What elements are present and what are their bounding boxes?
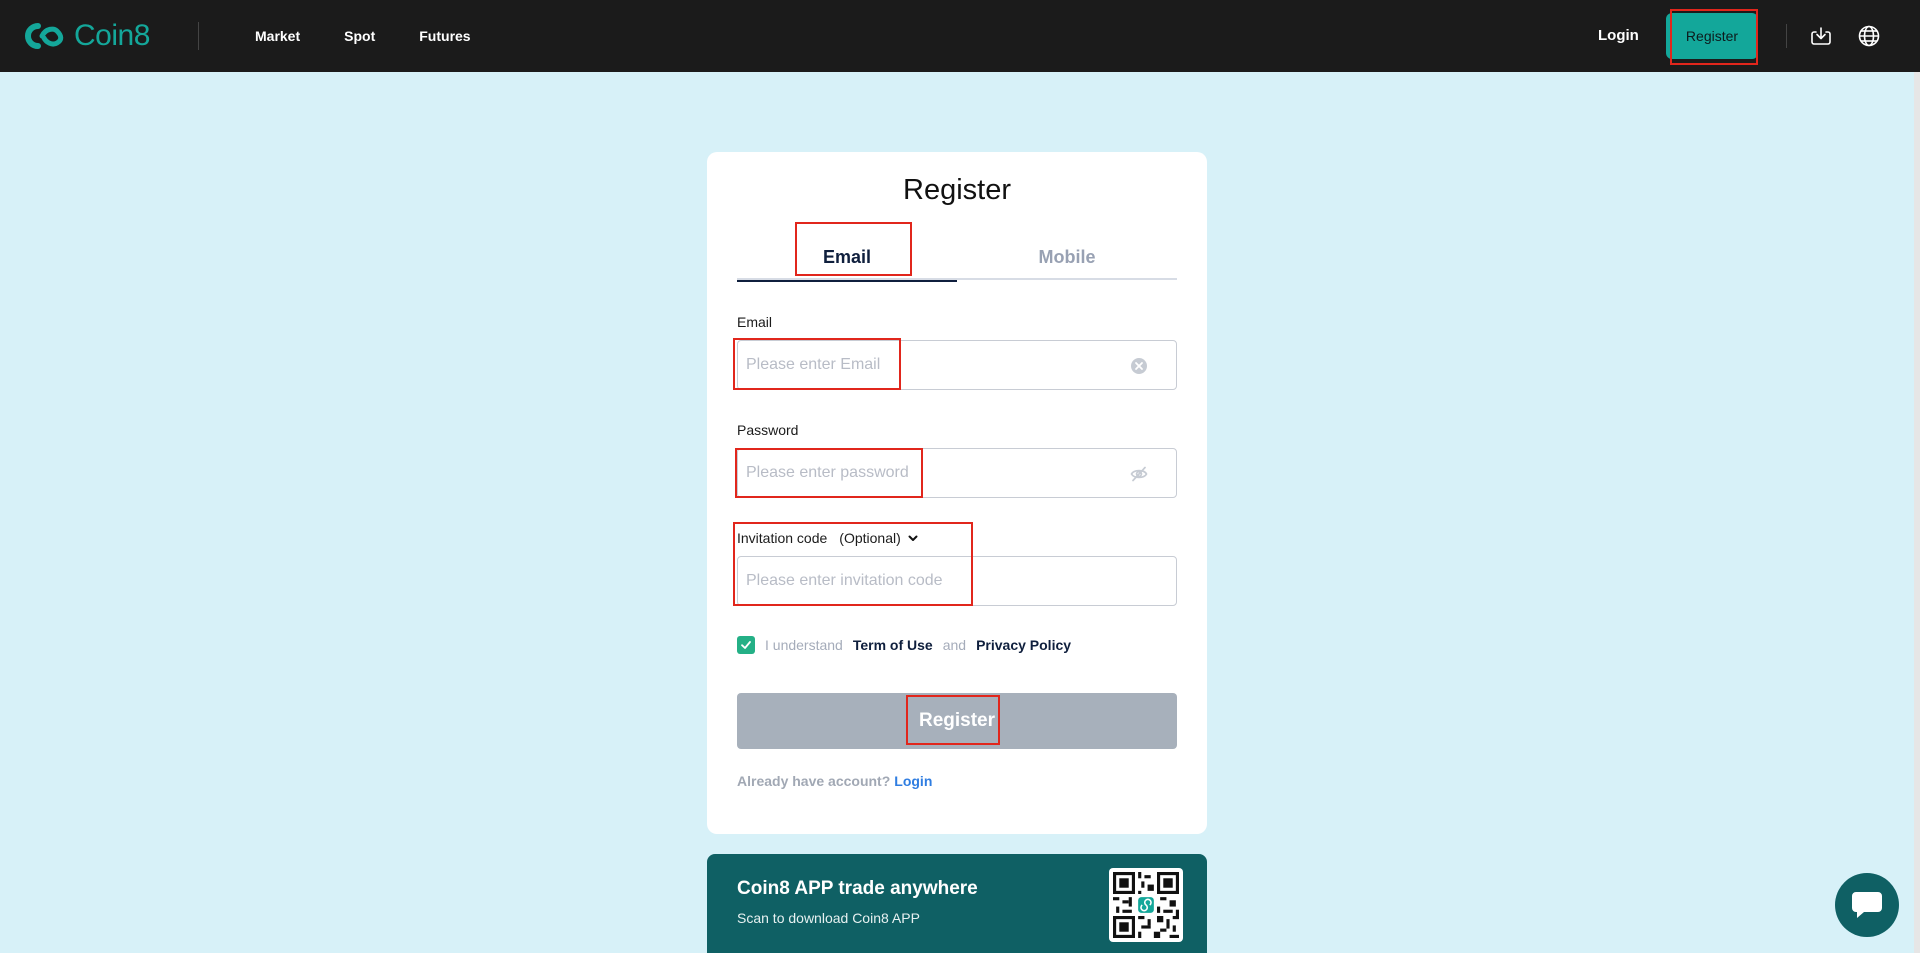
- terms-agreement: I understand Term of Use and Privacy Pol…: [737, 636, 1071, 654]
- terms-of-use-link[interactable]: Term of Use: [853, 637, 933, 653]
- chat-bubble-icon: [1852, 892, 1882, 918]
- header-divider: [1786, 24, 1787, 48]
- header-register-button[interactable]: Register: [1666, 13, 1758, 59]
- clear-icon[interactable]: [1130, 357, 1148, 375]
- chat-support-button[interactable]: [1835, 873, 1899, 937]
- eye-hidden-icon[interactable]: [1130, 465, 1148, 483]
- nav-futures[interactable]: Futures: [419, 28, 470, 44]
- app-download-banner: Coin8 APP trade anywhere Scan to downloa…: [707, 854, 1207, 953]
- tab-mobile[interactable]: Mobile: [957, 234, 1177, 280]
- register-card: Register Email Mobile Email Password Inv…: [707, 152, 1207, 834]
- have-account-text: Already have account?: [737, 773, 891, 789]
- download-icon[interactable]: [1809, 24, 1833, 48]
- register-submit-button[interactable]: Register: [737, 693, 1177, 749]
- page-title: Register: [903, 174, 1011, 206]
- qr-code-image: [1109, 868, 1183, 942]
- register-method-tabs: Email Mobile: [737, 234, 1177, 282]
- optional-label: (Optional): [839, 530, 901, 546]
- brand-name: Coin8: [74, 19, 150, 52]
- qr-code-icon: [1113, 872, 1179, 938]
- privacy-policy-link[interactable]: Privacy Policy: [976, 637, 1071, 653]
- login-prompt: Already have account? Login: [737, 773, 932, 789]
- check-icon: [741, 641, 751, 649]
- agree-prefix: I understand: [765, 637, 843, 653]
- agree-and: and: [942, 637, 967, 653]
- logo-divider: [198, 22, 199, 50]
- chevron-down-icon: [908, 535, 918, 541]
- invitation-input-wrapper: [737, 556, 1177, 606]
- email-input-wrapper: [737, 340, 1177, 390]
- top-navigation-bar: Coin8 Market Spot Futures Login Register: [0, 0, 1920, 72]
- terms-checkbox[interactable]: [737, 636, 755, 654]
- email-input[interactable]: [738, 341, 1176, 389]
- globe-icon[interactable]: [1857, 24, 1881, 48]
- nav-spot[interactable]: Spot: [344, 28, 375, 44]
- main-nav: Market Spot Futures: [255, 0, 515, 72]
- app-banner-title: Coin8 APP trade anywhere: [737, 878, 978, 899]
- password-input-wrapper: [737, 448, 1177, 498]
- password-input[interactable]: [738, 449, 1176, 497]
- invitation-code-input[interactable]: [738, 557, 1176, 605]
- brand-logo[interactable]: Coin8: [24, 18, 150, 54]
- tab-email[interactable]: Email: [737, 234, 957, 282]
- login-link[interactable]: Login: [894, 773, 932, 789]
- page-scrollbar[interactable]: [1914, 72, 1920, 953]
- invitation-code-toggle[interactable]: Invitation code (Optional): [737, 530, 919, 546]
- email-label: Email: [737, 314, 773, 330]
- header-login-link[interactable]: Login: [1598, 27, 1648, 44]
- coin8-logo-icon: [25, 23, 64, 49]
- invitation-label: Invitation code: [737, 530, 828, 546]
- nav-market[interactable]: Market: [255, 28, 300, 44]
- app-banner-subtitle: Scan to download Coin8 APP: [737, 910, 920, 926]
- password-label: Password: [737, 422, 799, 438]
